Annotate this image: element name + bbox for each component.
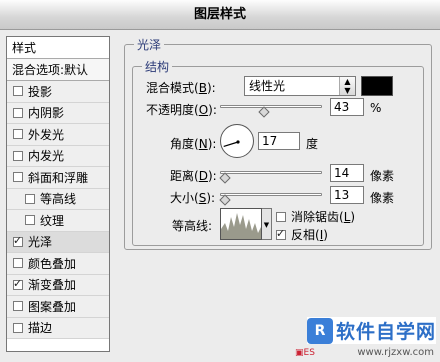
style-item[interactable]: 内发光 [7, 145, 109, 167]
style-item[interactable]: 投影 [7, 81, 109, 103]
blend-color-swatch[interactable] [361, 76, 393, 96]
anti-alias-label: 消除锯齿 [291, 210, 340, 224]
angle-label: 角度(N): [170, 137, 217, 151]
blend-mode-label: 混合模式(B): [146, 81, 216, 95]
style-item[interactable]: 描边 [7, 317, 109, 339]
style-item[interactable]: 外发光 [7, 124, 109, 146]
structure-group-title: 结构 [142, 58, 173, 75]
contour-label: 等高线: [172, 219, 213, 233]
invert-option[interactable]: 反相(I) [276, 226, 328, 243]
styles-list: 样式 混合选项:默认 投影内阴影外发光内发光斜面和浮雕等高线纹理光泽颜色叠加渐变… [6, 36, 110, 352]
style-item-checkbox[interactable] [13, 277, 23, 290]
style-item-checkbox[interactable] [13, 234, 23, 247]
style-item[interactable]: 图案叠加 [7, 296, 109, 318]
style-item-checkbox[interactable] [13, 107, 23, 118]
size-slider-track[interactable] [220, 193, 322, 196]
styles-list-header[interactable]: 样式 [7, 37, 109, 59]
style-item-checkbox[interactable] [13, 86, 23, 97]
blend-mode-value: 线性光 [249, 79, 286, 93]
style-item-label: 光泽 [28, 235, 53, 250]
watermark-logo: R 软件自学网 [306, 317, 436, 344]
style-item[interactable]: 颜色叠加 [7, 253, 109, 275]
style-item[interactable]: 光泽 [7, 231, 109, 253]
style-item-label: 内发光 [28, 149, 65, 164]
invert-label: 反相 [291, 228, 316, 242]
invert-checkbox[interactable] [276, 227, 286, 240]
style-item-label: 等高线 [40, 192, 77, 207]
contour-curve-icon [221, 213, 261, 239]
angle-input[interactable]: 17 [258, 132, 300, 150]
contour-preview[interactable] [220, 208, 262, 240]
style-item-label: 渐变叠加 [28, 278, 77, 293]
anti-alias-option[interactable]: 消除锯齿(L) [276, 208, 355, 225]
style-item-checkbox[interactable] [13, 172, 23, 183]
watermark-logo-mark: R [306, 317, 333, 344]
dialog-title-bar: 图层样式 [0, 0, 440, 30]
style-item-checkbox[interactable] [13, 322, 23, 333]
fx-icon: ▣ES [295, 348, 315, 358]
blend-options-item[interactable]: 混合选项:默认 [7, 59, 109, 81]
style-item-checkbox[interactable] [13, 150, 23, 161]
style-item[interactable]: 斜面和浮雕 [7, 167, 109, 189]
distance-label: 距离(D): [170, 169, 217, 183]
opacity-label: 不透明度(O): [146, 103, 217, 117]
anti-alias-hotkey: L [343, 209, 351, 224]
style-item[interactable]: 内阴影 [7, 102, 109, 124]
style-item[interactable]: 渐变叠加 [7, 274, 109, 296]
size-label: 大小(S): [170, 191, 216, 205]
style-item-label: 描边 [28, 321, 53, 336]
style-item-label: 投影 [28, 84, 53, 99]
watermark-url: www.rjzxw.com [357, 347, 434, 358]
satin-group-title: 光泽 [134, 36, 165, 53]
style-item-label: 纹理 [40, 213, 65, 228]
style-item[interactable]: 等高线 [7, 188, 109, 210]
style-item-label: 内阴影 [28, 106, 65, 121]
opacity-input[interactable]: 43 [330, 98, 364, 116]
invert-hotkey: I [319, 227, 324, 242]
style-item-label: 颜色叠加 [28, 256, 77, 271]
style-item-checkbox[interactable] [13, 301, 23, 312]
distance-slider-track[interactable] [220, 171, 322, 174]
angle-dial[interactable] [220, 124, 254, 158]
contour-dropdown-arrow-icon[interactable]: ▼ [262, 208, 272, 240]
size-input[interactable]: 13 [330, 186, 364, 204]
style-item-checkbox[interactable] [13, 258, 23, 269]
style-item-label: 斜面和浮雕 [28, 170, 89, 185]
style-item-label: 外发光 [28, 127, 65, 142]
style-item-checkbox[interactable] [25, 193, 35, 204]
style-item[interactable]: 纹理 [7, 210, 109, 232]
distance-input[interactable]: 14 [330, 164, 364, 182]
blend-mode-select[interactable]: 线性光 ▲ ▼ [244, 76, 356, 96]
anti-alias-checkbox[interactable] [276, 211, 286, 222]
size-unit: 像素 [370, 191, 395, 205]
select-arrow-icon: ▲ ▼ [339, 77, 355, 95]
opacity-slider-track[interactable] [220, 105, 322, 108]
style-item-checkbox[interactable] [13, 129, 23, 140]
style-item-label: 图案叠加 [28, 299, 77, 314]
dialog-title: 图层样式 [193, 7, 246, 22]
angle-dial-needle [223, 140, 240, 147]
style-item-checkbox[interactable] [25, 215, 35, 226]
watermark-brand: 软件自学网 [335, 321, 436, 343]
opacity-unit: % [370, 101, 382, 115]
angle-unit: 度 [306, 137, 319, 151]
distance-unit: 像素 [370, 169, 395, 183]
